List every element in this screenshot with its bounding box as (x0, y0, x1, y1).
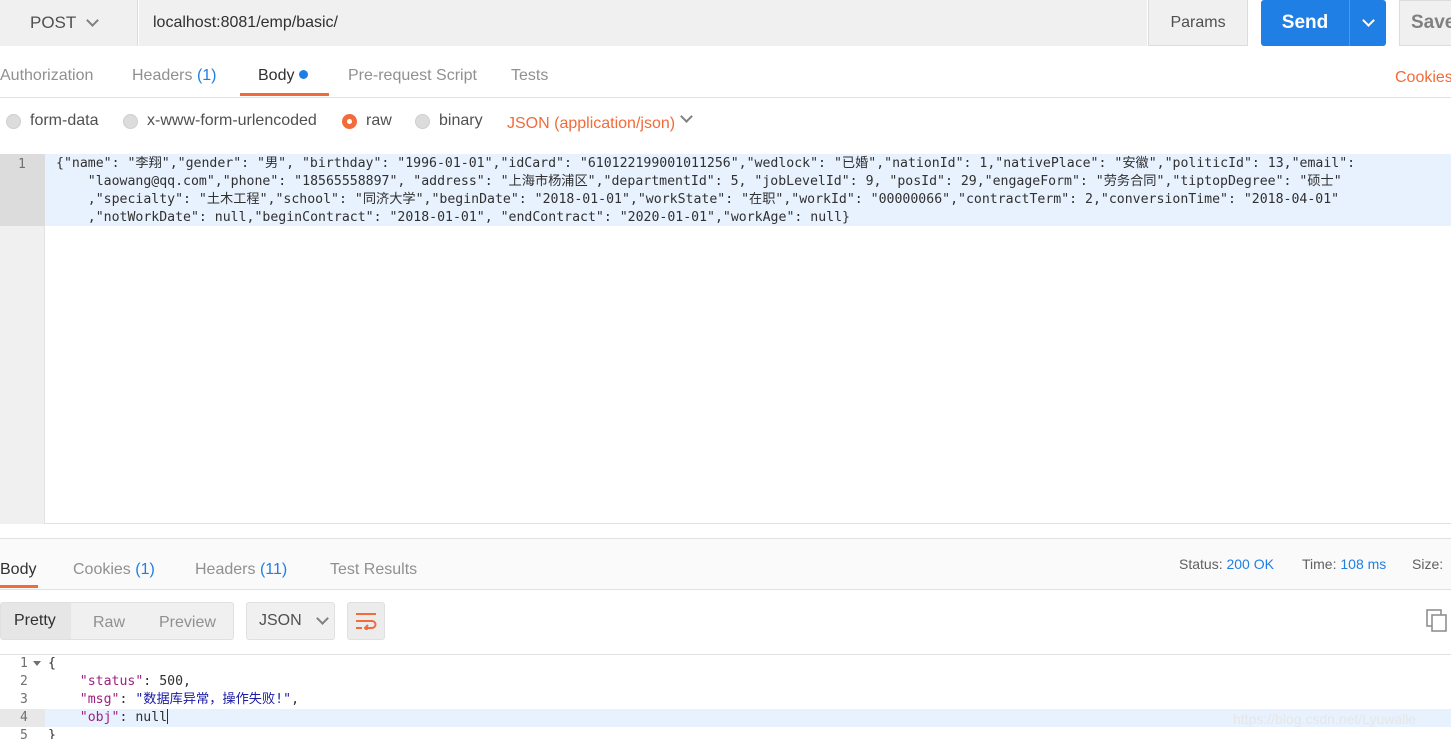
method-select[interactable]: POST (0, 0, 138, 46)
code-line: "obj": null (79, 709, 169, 725)
radio-icon (6, 113, 21, 129)
tab-label: Body (0, 561, 37, 578)
response-tabs: Body Cookies (1) Headers (11) Test Resul… (0, 538, 1451, 590)
radio-icon (123, 113, 138, 129)
tab-label: Authorization (0, 67, 94, 84)
params-button[interactable]: Params (1148, 0, 1248, 46)
chevron-down-icon (1361, 13, 1375, 27)
active-tab-indicator (0, 585, 38, 588)
text-cursor (167, 709, 169, 724)
radio-label: x-www-form-urlencoded (147, 112, 317, 129)
code-line: } (48, 727, 56, 739)
tab-tests[interactable]: Tests (511, 67, 548, 85)
radio-icon (415, 113, 430, 129)
request-body-editor[interactable]: 1 {"name": "李翔","gender": "男", "birthday… (0, 154, 1451, 524)
active-tab-indicator (240, 93, 329, 96)
tab-label: Tests (511, 67, 549, 84)
brace: { (48, 656, 56, 671)
code-line: "laowang@qq.com","phone": "18565558897",… (56, 174, 1342, 189)
radio-form-data[interactable]: form-data (6, 112, 98, 130)
tab-label: Test Results (330, 561, 418, 578)
radio-label: form-data (30, 112, 99, 129)
json-key: "status" (79, 674, 144, 689)
tab-body[interactable]: Body (258, 67, 309, 85)
size-label: Size: (1412, 556, 1444, 572)
method-label: POST (30, 13, 77, 32)
body-type-row: form-data x-www-form-urlencoded raw bina… (0, 106, 1451, 142)
save-button[interactable]: Save (1399, 0, 1451, 46)
code-line: "status": 500, (79, 674, 191, 689)
cookies-link[interactable]: Cookies (1395, 69, 1451, 87)
tab-label: Pre-request Script (348, 67, 477, 84)
view-mode-switch: Pretty Raw Preview (0, 602, 234, 640)
tab-label: Body (258, 67, 295, 84)
response-time: Time: 108 ms (1302, 556, 1386, 572)
status-label: Status: (1179, 556, 1223, 572)
radio-binary[interactable]: binary (415, 112, 483, 130)
wrap-lines-icon (356, 613, 377, 630)
time-value[interactable]: 108 ms (1340, 556, 1386, 572)
view-mode-pretty[interactable]: Pretty (1, 603, 71, 639)
radio-raw[interactable]: raw (342, 112, 392, 130)
modified-dot-icon (299, 70, 309, 79)
request-bar: POST localhost:8081/emp/basic/ Params Se… (0, 0, 1451, 47)
json-value: 500 (159, 674, 184, 689)
code-line: "msg": "数据库异常，操作失败!", (79, 692, 300, 707)
json-key: "msg" (79, 692, 120, 707)
send-dropdown-button[interactable] (1349, 0, 1386, 46)
json-value: null (135, 710, 168, 725)
tab-label: Headers (195, 561, 256, 578)
copy-icon (1426, 609, 1447, 632)
response-tab-test-results[interactable]: Test Results (330, 561, 417, 579)
send-button[interactable]: Send (1261, 0, 1349, 46)
wrap-lines-button[interactable] (347, 602, 385, 640)
code-line: {"name": "李翔","gender": "男", "birthday":… (56, 156, 1356, 171)
view-mode-raw[interactable]: Raw (93, 614, 125, 632)
line-number: 5 (20, 728, 28, 739)
line-number: 1 (20, 656, 28, 671)
code-line: ,"notWorkDate": null,"beginContract": "2… (56, 210, 850, 225)
response-tab-cookies[interactable]: Cookies (1) (73, 561, 155, 579)
chevron-down-icon (315, 611, 329, 625)
json-value: "数据库异常，操作失败!" (135, 692, 292, 707)
content-type-select[interactable]: JSON (application/json) (507, 115, 675, 133)
fold-arrow-icon[interactable] (33, 661, 41, 666)
json-key: "obj" (79, 710, 120, 725)
line-number: 4 (20, 710, 28, 725)
radio-x-www-form-urlencoded[interactable]: x-www-form-urlencoded (123, 112, 317, 130)
radio-label: raw (366, 112, 392, 129)
tab-count: (11) (259, 561, 288, 578)
tab-pre-request-script[interactable]: Pre-request Script (348, 67, 477, 85)
chevron-down-icon (86, 13, 99, 27)
time-label: Time: (1302, 556, 1337, 572)
line-number: 1 (18, 157, 26, 172)
tab-label: Headers (132, 67, 193, 84)
tab-label: Cookies (73, 561, 131, 578)
code-line: ,"specialty": "土木工程","school": "同济大学","b… (56, 192, 1340, 207)
response-format-select[interactable]: JSON (246, 602, 335, 640)
response-format-toolbar: Pretty Raw Preview JSON (0, 600, 1451, 642)
response-size: Size: (1412, 556, 1443, 572)
radio-label: binary (439, 112, 483, 129)
radio-selected-icon (342, 113, 357, 129)
tab-count: (1) (135, 561, 155, 578)
brace: } (48, 728, 56, 739)
response-tab-body[interactable]: Body (0, 561, 36, 579)
view-mode-preview[interactable]: Preview (159, 614, 216, 632)
copy-response-button[interactable] (1426, 609, 1448, 633)
code-line: { (48, 655, 56, 673)
watermark: https://blog.csdn.net/Lyuwalle (1233, 711, 1417, 727)
url-input[interactable]: localhost:8081/emp/basic/ (139, 0, 1147, 46)
response-tab-headers[interactable]: Headers (11) (195, 561, 287, 579)
status-value[interactable]: 200 OK (1226, 556, 1273, 572)
line-number: 3 (20, 692, 28, 707)
format-label: JSON (259, 612, 302, 629)
chevron-down-icon[interactable] (680, 110, 693, 123)
tab-count: (1) (196, 67, 217, 84)
tab-authorization[interactable]: Authorization (0, 67, 93, 85)
line-number: 2 (20, 674, 28, 689)
request-tabs: Authorization Headers (1) Body Pre-reque… (0, 57, 1451, 98)
response-status: Status: 200 OK (1179, 556, 1274, 572)
tab-headers[interactable]: Headers (1) (132, 67, 217, 85)
